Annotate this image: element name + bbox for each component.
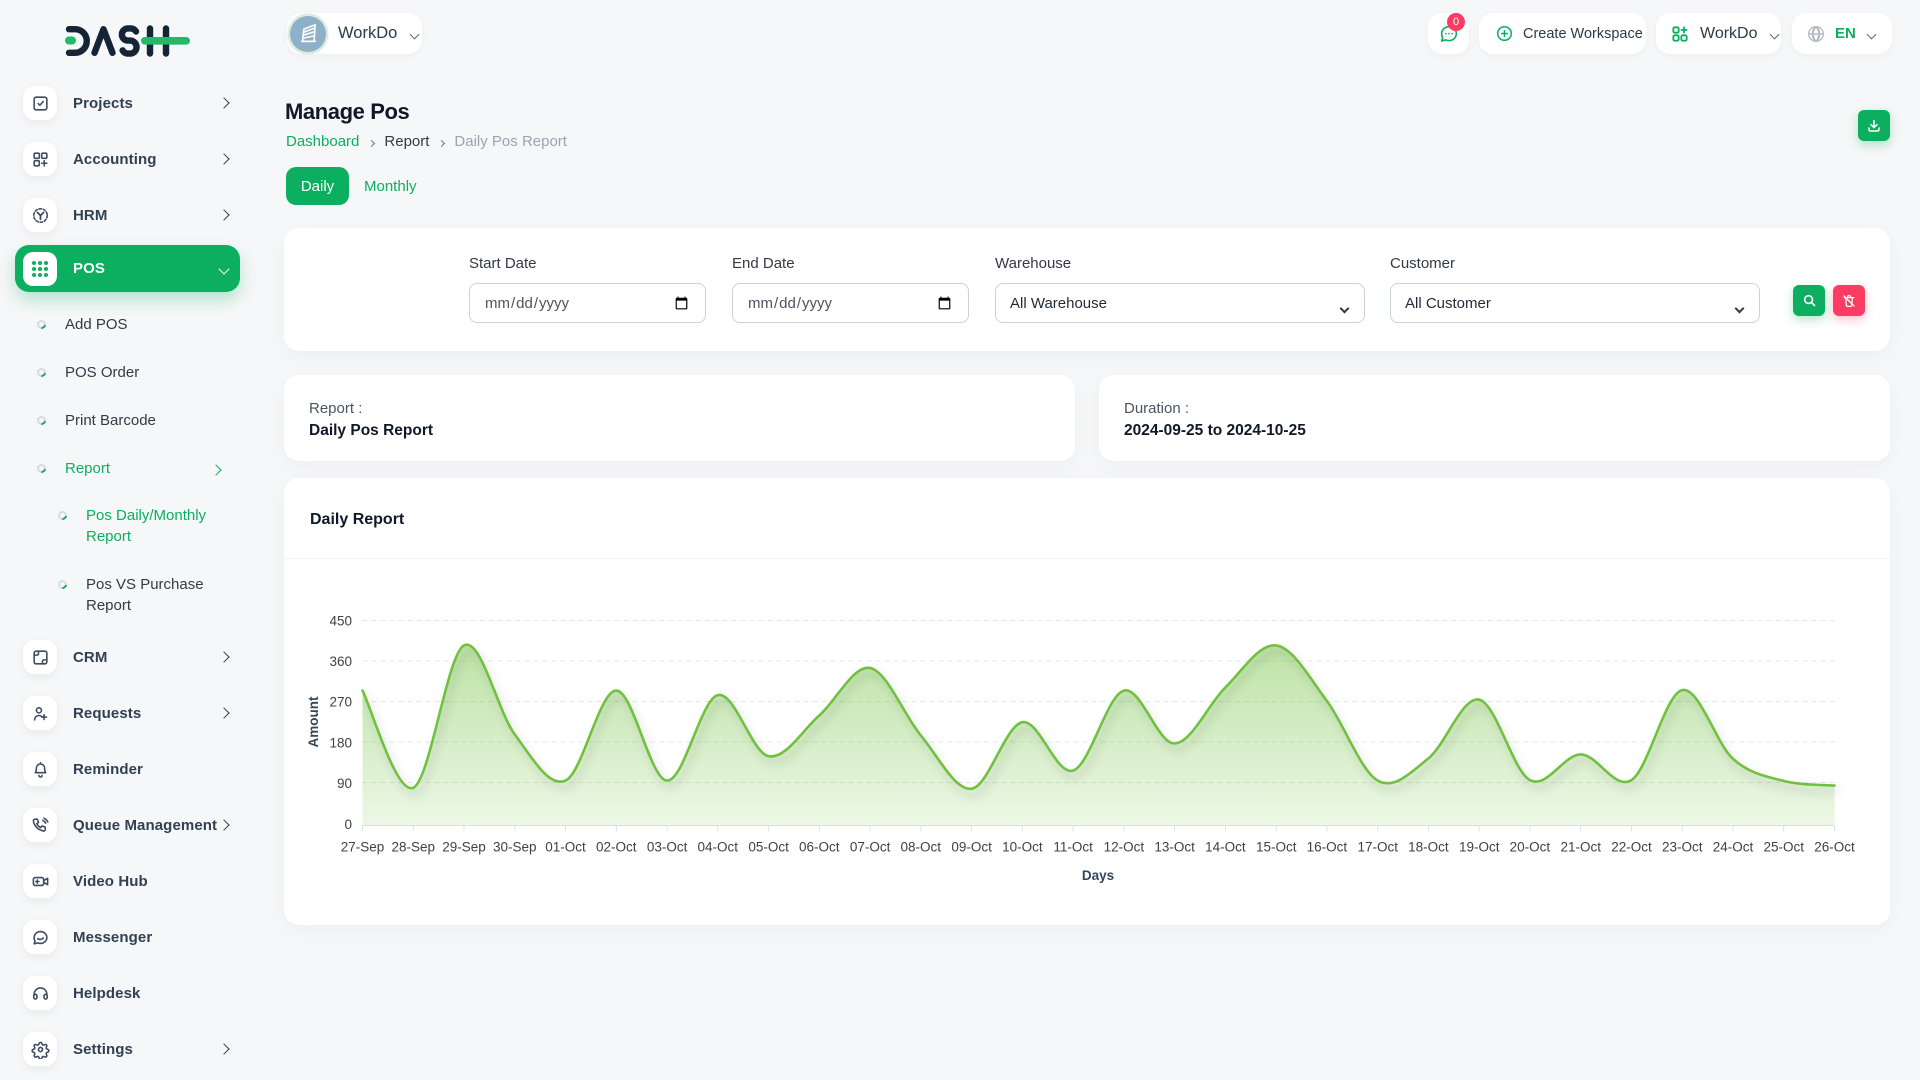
svg-text:270: 270 [329,695,352,710]
svg-text:27-Sep: 27-Sep [341,840,385,855]
svg-text:01-Oct: 01-Oct [545,840,586,855]
svg-text:25-Oct: 25-Oct [1763,840,1804,855]
svg-text:26-Oct: 26-Oct [1814,840,1855,855]
svg-text:22-Oct: 22-Oct [1611,840,1652,855]
svg-text:09-Oct: 09-Oct [951,840,992,855]
svg-text:24-Oct: 24-Oct [1713,840,1754,855]
svg-text:21-Oct: 21-Oct [1560,840,1601,855]
svg-text:30-Sep: 30-Sep [493,840,537,855]
svg-text:180: 180 [329,735,352,750]
svg-text:28-Sep: 28-Sep [392,840,436,855]
svg-text:Days: Days [1082,868,1114,883]
svg-text:17-Oct: 17-Oct [1357,840,1398,855]
svg-text:03-Oct: 03-Oct [647,840,688,855]
svg-text:06-Oct: 06-Oct [799,840,840,855]
svg-text:13-Oct: 13-Oct [1154,840,1195,855]
svg-text:0: 0 [344,817,352,832]
svg-text:07-Oct: 07-Oct [850,840,891,855]
svg-text:360: 360 [329,654,352,669]
svg-text:23-Oct: 23-Oct [1662,840,1703,855]
svg-text:08-Oct: 08-Oct [901,840,942,855]
svg-text:15-Oct: 15-Oct [1256,840,1297,855]
svg-text:12-Oct: 12-Oct [1104,840,1145,855]
svg-text:05-Oct: 05-Oct [748,840,789,855]
svg-text:90: 90 [337,776,352,791]
svg-text:450: 450 [329,613,352,628]
svg-text:29-Sep: 29-Sep [442,840,486,855]
svg-text:04-Oct: 04-Oct [698,840,739,855]
svg-text:14-Oct: 14-Oct [1205,840,1246,855]
svg-text:19-Oct: 19-Oct [1459,840,1500,855]
svg-text:10-Oct: 10-Oct [1002,840,1043,855]
svg-text:02-Oct: 02-Oct [596,840,637,855]
svg-text:11-Oct: 11-Oct [1053,840,1093,855]
svg-text:Amount: Amount [306,696,321,747]
svg-text:20-Oct: 20-Oct [1510,840,1551,855]
svg-text:16-Oct: 16-Oct [1307,840,1348,855]
svg-text:18-Oct: 18-Oct [1408,840,1449,855]
